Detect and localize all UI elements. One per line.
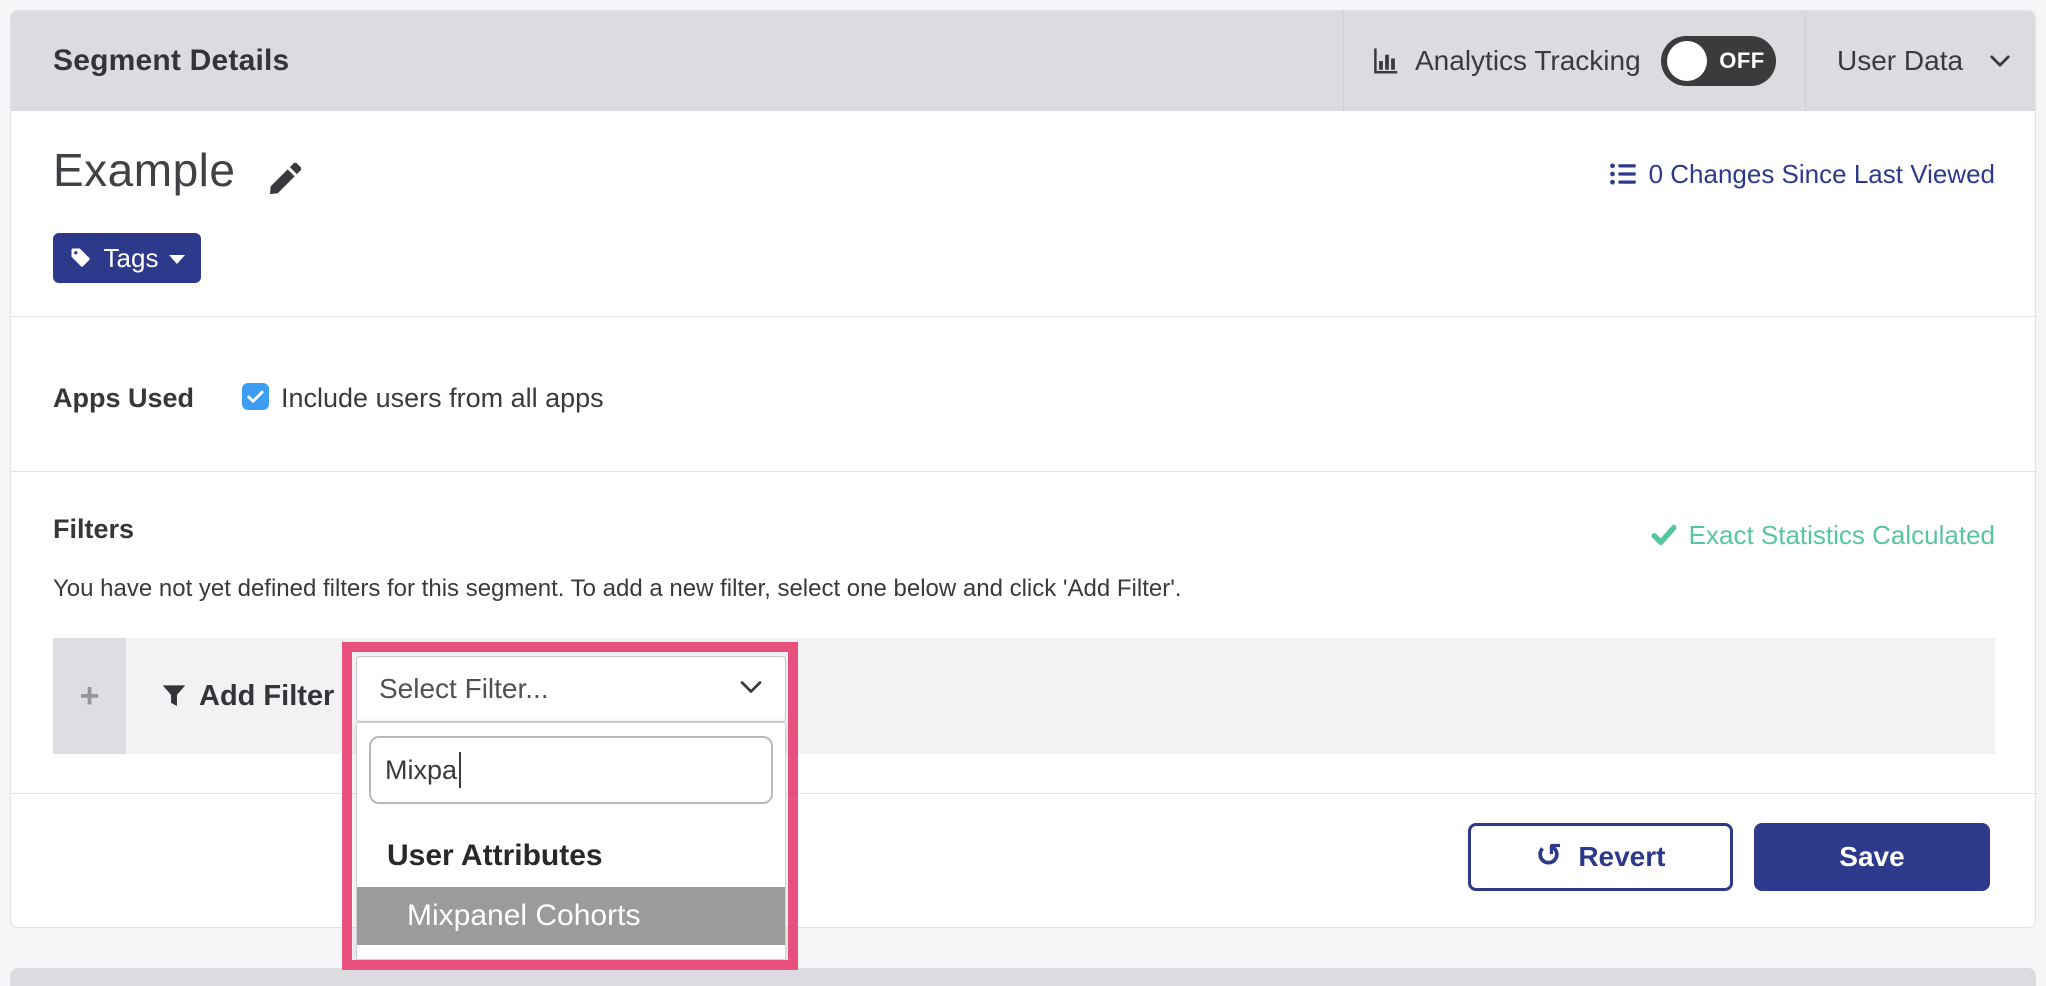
user-data-label: User Data xyxy=(1837,45,1963,77)
list-icon xyxy=(1609,160,1637,188)
select-filter-placeholder: Select Filter... xyxy=(379,673,549,705)
analytics-tracking-group: Analytics Tracking xyxy=(1371,11,1641,111)
header-divider xyxy=(1805,11,1806,111)
tags-button-label: Tags xyxy=(104,243,159,274)
chevron-down-icon xyxy=(739,679,763,695)
segment-name: Example xyxy=(53,143,235,197)
add-filter-button[interactable]: Add Filter xyxy=(161,638,334,754)
funnel-icon xyxy=(161,683,187,709)
changes-since-last-viewed-link[interactable]: 0 Changes Since Last Viewed xyxy=(1609,157,1995,191)
analytics-tracking-toggle[interactable]: OFF xyxy=(1661,36,1776,86)
save-button-label: Save xyxy=(1839,841,1904,873)
add-filter-plus-button[interactable]: + xyxy=(53,638,126,754)
add-filter-label: Add Filter xyxy=(199,680,334,713)
card-header: Segment Details Analytics Tracking OFF U… xyxy=(11,11,2035,111)
save-button[interactable]: Save xyxy=(1754,823,1990,891)
tag-icon xyxy=(69,246,93,270)
option-mixpanel-cohorts[interactable]: Mixpanel Cohorts xyxy=(357,887,785,945)
user-data-dropdown[interactable]: User Data xyxy=(1837,11,2011,111)
filter-dropdown-menu: Mixpa User Attributes Mixpanel Cohorts xyxy=(356,722,786,960)
section-divider xyxy=(11,471,2037,472)
bar-chart-icon xyxy=(1371,46,1401,76)
apps-used-label: Apps Used xyxy=(53,383,194,414)
check-icon xyxy=(1651,524,1677,546)
dropdown-group-header: User Attributes xyxy=(387,839,603,873)
next-section-header-bar xyxy=(10,968,2036,986)
section-divider xyxy=(11,316,2037,317)
plus-icon: + xyxy=(80,677,100,716)
chevron-down-icon xyxy=(1989,54,2011,68)
analytics-tracking-label: Analytics Tracking xyxy=(1415,45,1641,77)
tags-button[interactable]: Tags xyxy=(53,233,201,283)
section-divider xyxy=(11,793,2037,794)
toggle-knob xyxy=(1667,41,1707,81)
undo-icon: ↺ xyxy=(1536,839,1563,871)
toggle-state-label: OFF xyxy=(1713,36,1771,86)
include-all-apps-label: Include users from all apps xyxy=(281,383,604,414)
select-filter-dropdown[interactable]: Select Filter... xyxy=(356,656,786,722)
add-filter-row: + Add Filter xyxy=(53,638,1995,754)
option-label: Mixpanel Cohorts xyxy=(407,899,640,933)
filter-search-input[interactable]: Mixpa xyxy=(369,736,773,804)
revert-button[interactable]: ↺ Revert xyxy=(1468,823,1733,891)
check-icon xyxy=(247,390,264,404)
changes-link-label: 0 Changes Since Last Viewed xyxy=(1649,159,1995,190)
caret-down-icon xyxy=(169,255,185,264)
page-title: Segment Details xyxy=(53,11,289,111)
revert-button-label: Revert xyxy=(1578,841,1665,873)
filter-search-value: Mixpa xyxy=(385,755,457,786)
text-cursor xyxy=(459,752,461,788)
filters-heading: Filters xyxy=(53,514,134,545)
edit-name-button[interactable] xyxy=(265,159,305,199)
exact-statistics-status: Exact Statistics Calculated xyxy=(1651,519,1995,551)
header-divider xyxy=(1343,11,1344,111)
filters-description: You have not yet defined filters for thi… xyxy=(53,575,1181,603)
include-all-apps-checkbox[interactable] xyxy=(242,383,269,410)
segment-details-card: Segment Details Analytics Tracking OFF U… xyxy=(10,10,2036,928)
exact-statistics-label: Exact Statistics Calculated xyxy=(1689,520,1995,551)
